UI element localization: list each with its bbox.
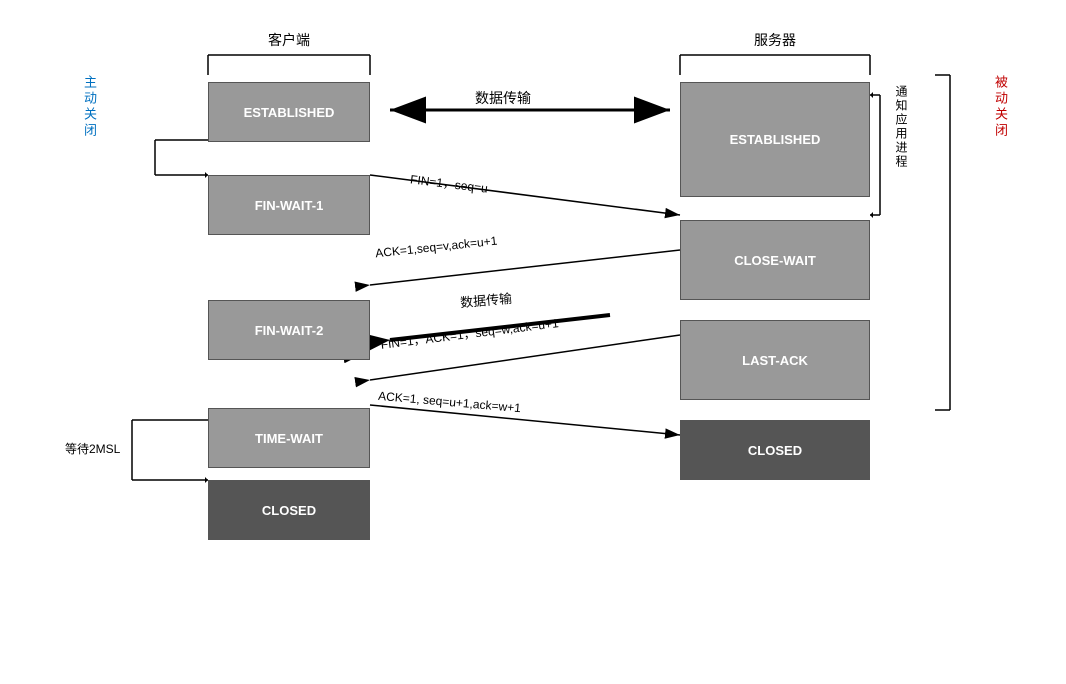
- client-time-wait: TIME-WAIT: [208, 408, 370, 468]
- fin2-label: FIN=1，ACK=1，seq=w,ack=u+1: [380, 314, 560, 353]
- server-close-wait: CLOSE-WAIT: [680, 220, 870, 300]
- ack2-label: ACK=1, seq=u+1,ack=w+1: [378, 389, 522, 415]
- notify-app-label: 通知应用进程: [893, 85, 910, 169]
- client-established: ESTABLISHED: [208, 82, 370, 142]
- client-column-label: 客户端: [208, 30, 370, 50]
- wait-2msl-label: 等待2MSL: [65, 440, 120, 457]
- arrows-svg: [60, 20, 1020, 660]
- client-closed: CLOSED: [208, 480, 370, 540]
- client-fin-wait-2: FIN-WAIT-2: [208, 300, 370, 360]
- server-established: ESTABLISHED: [680, 82, 870, 197]
- fin1-label: FIN=1，seq=u: [409, 170, 489, 196]
- server-column-label: 服务器: [680, 30, 870, 50]
- server-closed: CLOSED: [680, 420, 870, 480]
- server-last-ack: LAST-ACK: [680, 320, 870, 400]
- diagram-container: 客户端 服务器 主动关闭 被动关闭 通知应用进程 等待2MSL 数据传输 EST…: [60, 20, 1020, 660]
- active-close-label: 主动关闭: [80, 75, 99, 139]
- data-transfer2-label: 数据传输: [459, 288, 512, 311]
- passive-close-label: 被动关闭: [991, 75, 1010, 139]
- client-fin-wait-1: FIN-WAIT-1: [208, 175, 370, 235]
- ack1-label: ACK=1,seq=v,ack=u+1: [375, 234, 498, 261]
- data-transfer-top-label: 数据传输: [475, 88, 531, 108]
